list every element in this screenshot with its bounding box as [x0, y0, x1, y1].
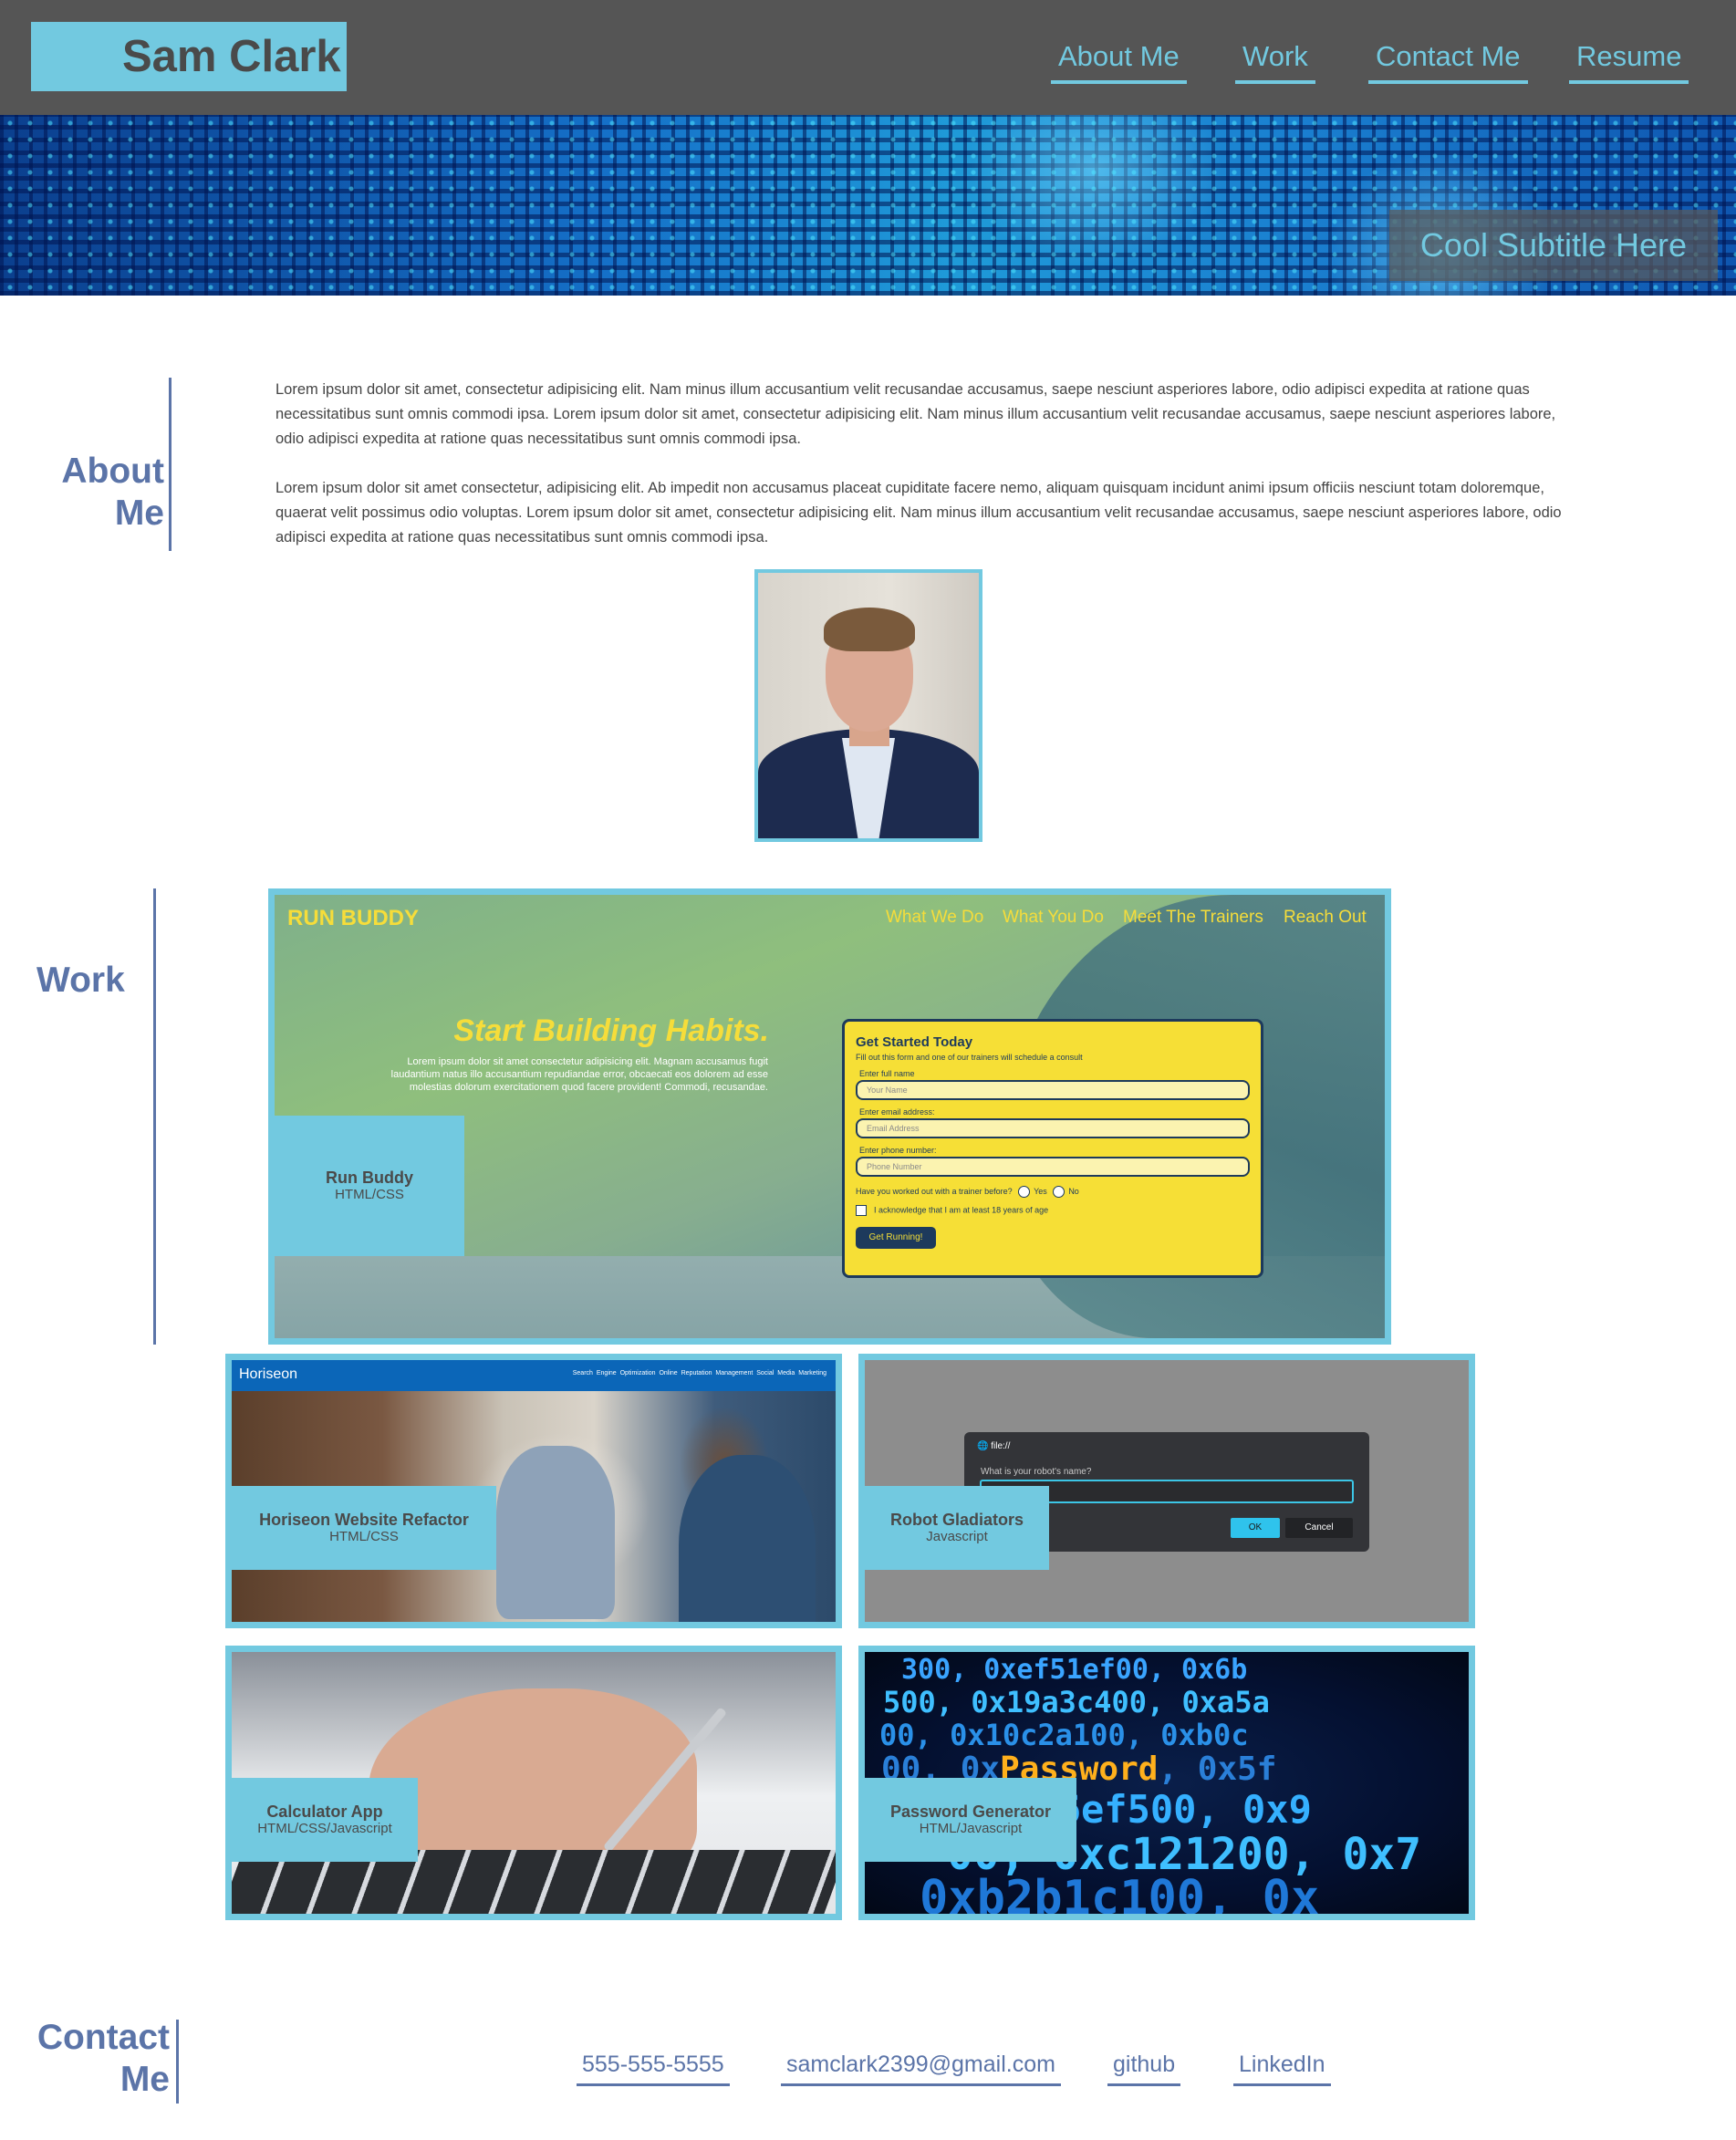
- about-text: Lorem ipsum dolor sit amet, consectetur …: [275, 378, 1571, 575]
- horiseon-navbar: Horiseon Search Engine Optimization Onli…: [232, 1360, 836, 1391]
- rb-email-input: Email Address: [856, 1118, 1250, 1138]
- run-buddy-nav-1: What We Do: [886, 908, 984, 927]
- run-buddy-hero-text: Lorem ipsum dolor sit amet consectetur a…: [390, 1056, 768, 1093]
- horiseon-nav: Search Engine Optimization Online Reputa…: [572, 1370, 826, 1376]
- contact-heading-line1: Contact: [36, 2018, 170, 2057]
- run-buddy-nav-2: What You Do: [1003, 908, 1104, 927]
- password-line: 0xb2b1c100, 0x: [920, 1871, 1320, 1920]
- project-tech: HTML/CSS/Javascript: [257, 1821, 392, 1836]
- about-heading-line2: Me: [114, 493, 164, 533]
- run-buddy-nav-4: Reach Out: [1284, 908, 1367, 927]
- rb-radio-no-icon: [1053, 1186, 1066, 1198]
- horiseon-logo: Horiseon: [239, 1366, 298, 1382]
- project-card-horiseon[interactable]: Horiseon Search Engine Optimization Onli…: [225, 1354, 842, 1628]
- nav-contact-me[interactable]: Contact Me: [1368, 36, 1528, 84]
- rb-radio-yes-icon: [1018, 1186, 1031, 1198]
- project-tech: HTML/CSS: [329, 1529, 399, 1544]
- password-line: 300, 0xef51ef00, 0x6b: [901, 1654, 1248, 1686]
- about-paragraph-2: Lorem ipsum dolor sit amet consectetur, …: [275, 480, 1562, 545]
- hero-banner: Cool Subtitle Here: [0, 115, 1736, 296]
- rb-trainer-question: Have you worked out with a trainer befor…: [856, 1186, 1250, 1198]
- profile-photo: [754, 569, 982, 842]
- contact-email-link[interactable]: samclark2399@gmail.com: [781, 2047, 1061, 2086]
- rb-name-input: Your Name: [856, 1080, 1250, 1100]
- contact-links: 555-555-5555 samclark2399@gmail.com gith…: [577, 2047, 1334, 2087]
- rb-get-running-button: Get Running!: [856, 1227, 936, 1249]
- project-tech: HTML/CSS: [335, 1187, 404, 1202]
- project-card-run-buddy[interactable]: RUN BUDDY What We Do What You Do Meet Th…: [268, 888, 1391, 1345]
- nav-work[interactable]: Work: [1235, 36, 1315, 84]
- rb-name-label: Enter full name: [859, 1069, 915, 1078]
- rb-no-label: No: [1068, 1186, 1079, 1196]
- project-label-run-buddy: Run Buddy HTML/CSS: [275, 1116, 464, 1256]
- rb-checkbox-icon: [856, 1205, 867, 1216]
- brand-name: Sam Clark: [122, 32, 341, 81]
- rb-form-desc: Fill out this form and one of our traine…: [856, 1053, 1083, 1062]
- project-card-calculator[interactable]: Calculator App HTML/CSS/Javascript: [225, 1646, 842, 1920]
- project-title: Robot Gladiators: [889, 1511, 1024, 1529]
- run-buddy-logo: RUN BUDDY: [287, 906, 419, 930]
- project-tech: HTML/Javascript: [919, 1821, 1023, 1836]
- project-tech: Javascript: [926, 1529, 988, 1544]
- contact-phone-link[interactable]: 555-555-5555: [577, 2047, 730, 2086]
- run-buddy-nav-3: Meet The Trainers: [1123, 908, 1263, 927]
- password-line: 00, 0x10c2a100, 0xb0c: [879, 1718, 1249, 1752]
- project-title: Horiseon Website Refactor: [259, 1511, 469, 1529]
- site-header: Sam Clark About Me Work Contact Me Resum…: [0, 0, 1736, 115]
- rb-yes-label: Yes: [1034, 1186, 1047, 1196]
- horiseon-person: [679, 1455, 816, 1622]
- about-heading-line1: About: [61, 452, 164, 491]
- rb-acknowledge-text: I acknowledge that I am at least 18 year…: [874, 1205, 1049, 1215]
- project-label-password-generator: Password Generator HTML/Javascript: [865, 1778, 1076, 1862]
- contact-heading-line2: Me: [120, 2060, 170, 2099]
- robot-ok-button: OK: [1231, 1518, 1280, 1538]
- about-divider: [169, 378, 172, 551]
- robot-file-text: file://: [991, 1441, 1011, 1451]
- run-buddy-form: Get Started Today Fill out this form and…: [842, 1019, 1263, 1278]
- project-card-robot-gladiators[interactable]: 🌐 file:// What is your robot's name? OK …: [858, 1354, 1475, 1628]
- rb-question-text: Have you worked out with a trainer befor…: [856, 1186, 1013, 1196]
- rb-acknowledge: I acknowledge that I am at least 18 year…: [856, 1205, 1250, 1216]
- nav-resume[interactable]: Resume: [1569, 36, 1689, 84]
- rb-phone-label: Enter phone number:: [859, 1146, 937, 1155]
- contact-github-link[interactable]: github: [1107, 2047, 1181, 2086]
- rb-phone-input: Phone Number: [856, 1157, 1250, 1177]
- main-nav: About Me Work Contact Me Resume: [1049, 36, 1689, 84]
- project-title: Calculator App: [266, 1802, 383, 1821]
- hero-subtitle: Cool Subtitle Here: [1389, 210, 1718, 281]
- robot-cancel-button: Cancel: [1285, 1518, 1353, 1538]
- contact-divider: [176, 2020, 179, 2104]
- project-title: Run Buddy: [326, 1169, 413, 1187]
- password-line-text: , 0x5f: [1158, 1750, 1277, 1788]
- password-line: 500, 0x19a3c400, 0xa5a: [883, 1685, 1270, 1719]
- contact-linkedin-link[interactable]: LinkedIn: [1233, 2047, 1331, 2086]
- robot-dialog-title: 🌐 file://: [977, 1441, 1011, 1451]
- about-paragraph-1: Lorem ipsum dolor sit amet, consectetur …: [275, 381, 1556, 447]
- robot-question: What is your robot's name?: [981, 1467, 1092, 1477]
- rb-email-label: Enter email address:: [859, 1107, 935, 1117]
- run-buddy-hero-title: Start Building Habits.: [453, 1013, 769, 1048]
- photo-hair: [824, 608, 915, 651]
- project-title: Password Generator: [889, 1802, 1052, 1821]
- project-label-robot-gladiators: Robot Gladiators Javascript: [865, 1486, 1049, 1570]
- contact-heading: Contact Me: [18, 2017, 170, 2101]
- work-heading: Work: [36, 961, 125, 1000]
- nav-about-me[interactable]: About Me: [1051, 36, 1187, 84]
- horiseon-person: [496, 1446, 615, 1619]
- rb-form-title: Get Started Today: [856, 1034, 973, 1050]
- about-heading: About Me: [36, 451, 164, 535]
- brand-logo[interactable]: Sam Clark: [31, 22, 347, 91]
- project-label-horiseon: Horiseon Website Refactor HTML/CSS: [232, 1486, 496, 1570]
- project-label-calculator: Calculator App HTML/CSS/Javascript: [232, 1778, 418, 1862]
- project-card-password-generator[interactable]: 300, 0xef51ef00, 0x6b 500, 0x19a3c400, 0…: [858, 1646, 1475, 1920]
- work-divider: [153, 888, 156, 1345]
